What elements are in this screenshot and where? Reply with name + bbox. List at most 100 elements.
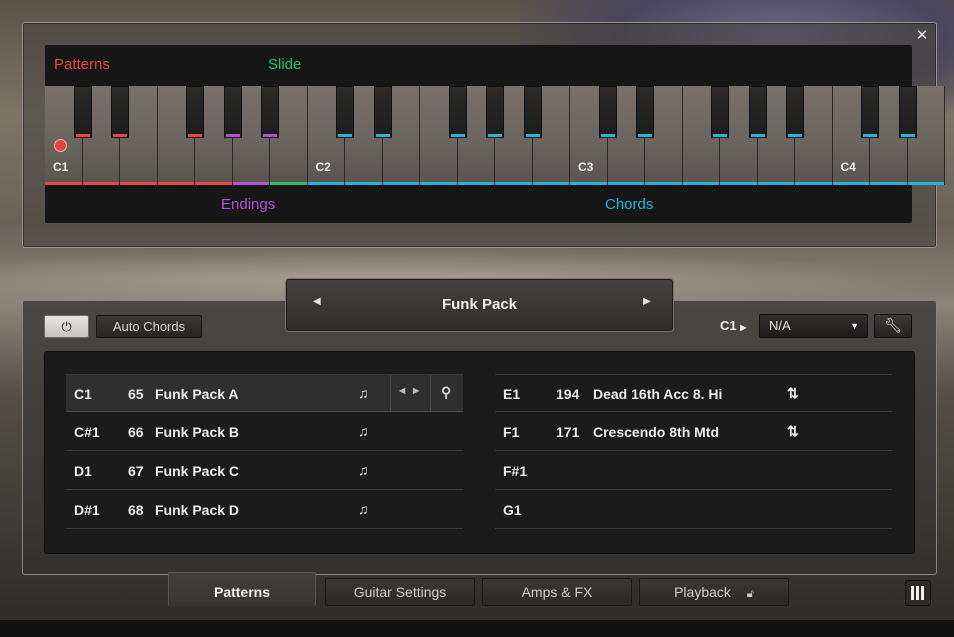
- wrench-icon: 🔧︎: [884, 318, 902, 334]
- zone-marker: [832, 182, 869, 185]
- zone-marker: [450, 134, 465, 137]
- zone-marker: [788, 134, 802, 137]
- zone-marker: [607, 182, 644, 185]
- zone-marker: [570, 182, 607, 185]
- list-item[interactable]: C1 65 Funk Pack A ♫ ◀ ▶ ⚲: [66, 374, 463, 412]
- octave-label: C1: [53, 160, 69, 174]
- piano-keyboard[interactable]: C1 C2 C3 C4: [45, 86, 945, 186]
- zone-marker: [532, 182, 569, 185]
- power-icon: ⏻: [61, 320, 72, 335]
- pattern-key: D#1: [74, 502, 100, 518]
- pattern-number: 65: [128, 386, 144, 402]
- next-preset-icon[interactable]: ▶: [643, 296, 651, 307]
- key-switch-select[interactable]: N/A ▼: [759, 314, 868, 338]
- preset-name[interactable]: Funk Pack: [287, 296, 672, 313]
- pattern-key: G1: [503, 502, 522, 518]
- tab-playback[interactable]: Playback 🔓︎: [639, 578, 789, 606]
- black-key[interactable]: [73, 86, 92, 138]
- lock-icon: 🔓︎: [746, 588, 754, 600]
- pattern-name: Dead 16th Acc 8. Hi: [593, 386, 723, 402]
- tab-patterns[interactable]: Patterns: [168, 572, 316, 606]
- zone-marker: [225, 134, 240, 137]
- pattern-name: Funk Pack C: [155, 463, 240, 479]
- black-key[interactable]: [711, 86, 729, 138]
- octave-label: C2: [315, 160, 331, 174]
- zone-marker: [720, 182, 757, 185]
- updown-arrows-icon[interactable]: ⇅: [787, 423, 799, 440]
- note-icon[interactable]: ♫: [358, 385, 369, 401]
- zone-label-slide: Slide: [268, 56, 302, 73]
- search-icon[interactable]: ⚲: [441, 384, 451, 401]
- pattern-number: 68: [128, 502, 144, 518]
- black-key[interactable]: [598, 86, 617, 138]
- play-arrow-icon: ▶: [740, 323, 747, 332]
- zone-marker: [307, 182, 344, 185]
- black-key[interactable]: [261, 86, 279, 138]
- key-select-value: N/A: [769, 318, 791, 333]
- pattern-name: Funk Pack B: [155, 424, 240, 440]
- note-icon[interactable]: ♫: [358, 423, 369, 439]
- zone-marker: [900, 134, 915, 137]
- black-key[interactable]: [861, 86, 879, 138]
- pattern-controls: ◀ ▶ ⚲: [390, 375, 464, 412]
- black-key[interactable]: [636, 86, 654, 138]
- zone-marker: [795, 182, 832, 185]
- zone-marker: [270, 182, 307, 185]
- pattern-key: E1: [503, 386, 521, 402]
- pattern-key: F1: [503, 424, 520, 440]
- power-button[interactable]: ⏻: [44, 315, 89, 338]
- zone-marker: [338, 134, 352, 137]
- zone-marker: [188, 134, 202, 137]
- black-key[interactable]: [898, 86, 917, 138]
- black-key[interactable]: [748, 86, 767, 138]
- zone-marker: [525, 134, 540, 137]
- zone-marker: [495, 182, 532, 185]
- pattern-number: 66: [128, 424, 144, 440]
- black-key[interactable]: [111, 86, 129, 138]
- pattern-key: C#1: [74, 424, 100, 440]
- pattern-name: Crescendo 8th Mtd: [593, 424, 720, 440]
- pattern-list: C1 65 Funk Pack A ♫ ◀ ▶ ⚲ C#1 66 Funk Pa…: [44, 351, 915, 554]
- zone-marker: [757, 182, 794, 185]
- pattern-key: D1: [74, 463, 92, 479]
- keyboard-toggle-button[interactable]: [905, 580, 931, 606]
- note-icon[interactable]: ♫: [358, 501, 369, 517]
- tab-playback-label: Playback: [674, 584, 731, 600]
- black-key[interactable]: [223, 86, 242, 138]
- zone-marker: [682, 182, 719, 185]
- note-icon[interactable]: ♫: [358, 462, 369, 478]
- zone-marker: [420, 182, 457, 185]
- pattern-key: C1: [74, 386, 92, 402]
- wrench-button[interactable]: 🔧︎: [874, 314, 912, 338]
- list-item[interactable]: D#1 68 Funk Pack D ♫: [66, 491, 463, 529]
- zone-marker: [75, 134, 90, 137]
- zone-marker: [600, 134, 615, 137]
- list-item[interactable]: F#1: [495, 452, 892, 490]
- list-item[interactable]: C#1 66 Funk Pack B ♫: [66, 413, 463, 451]
- list-item[interactable]: E1 194 Dead 16th Acc 8. Hi ⇅: [495, 374, 892, 412]
- list-item[interactable]: G1: [495, 491, 892, 529]
- black-key[interactable]: [448, 86, 467, 138]
- black-key[interactable]: [523, 86, 542, 138]
- zone-marker: [863, 134, 877, 137]
- updown-arrows-icon[interactable]: ⇅: [787, 385, 799, 402]
- next-icon[interactable]: ▶: [413, 386, 419, 395]
- black-key[interactable]: [186, 86, 204, 138]
- list-item[interactable]: D1 67 Funk Pack C ♫: [66, 452, 463, 490]
- key-switch-label: C1 ▶: [720, 318, 746, 333]
- close-icon[interactable]: ✕: [914, 27, 930, 43]
- black-key[interactable]: [786, 86, 804, 138]
- black-key[interactable]: [336, 86, 354, 138]
- zone-marker: [120, 182, 157, 185]
- root-note-indicator: [54, 139, 67, 152]
- auto-chords-button[interactable]: Auto Chords: [96, 315, 202, 338]
- black-key[interactable]: [486, 86, 504, 138]
- list-item[interactable]: F1 171 Crescendo 8th Mtd ⇅: [495, 413, 892, 451]
- zone-marker: [113, 134, 127, 137]
- tab-amps-fx[interactable]: Amps & FX: [482, 578, 632, 606]
- prev-icon[interactable]: ◀: [399, 386, 405, 395]
- key-switch-note: C1: [720, 318, 737, 333]
- black-key[interactable]: [373, 86, 392, 138]
- pattern-number: 67: [128, 463, 144, 479]
- tab-guitar-settings[interactable]: Guitar Settings: [325, 578, 475, 606]
